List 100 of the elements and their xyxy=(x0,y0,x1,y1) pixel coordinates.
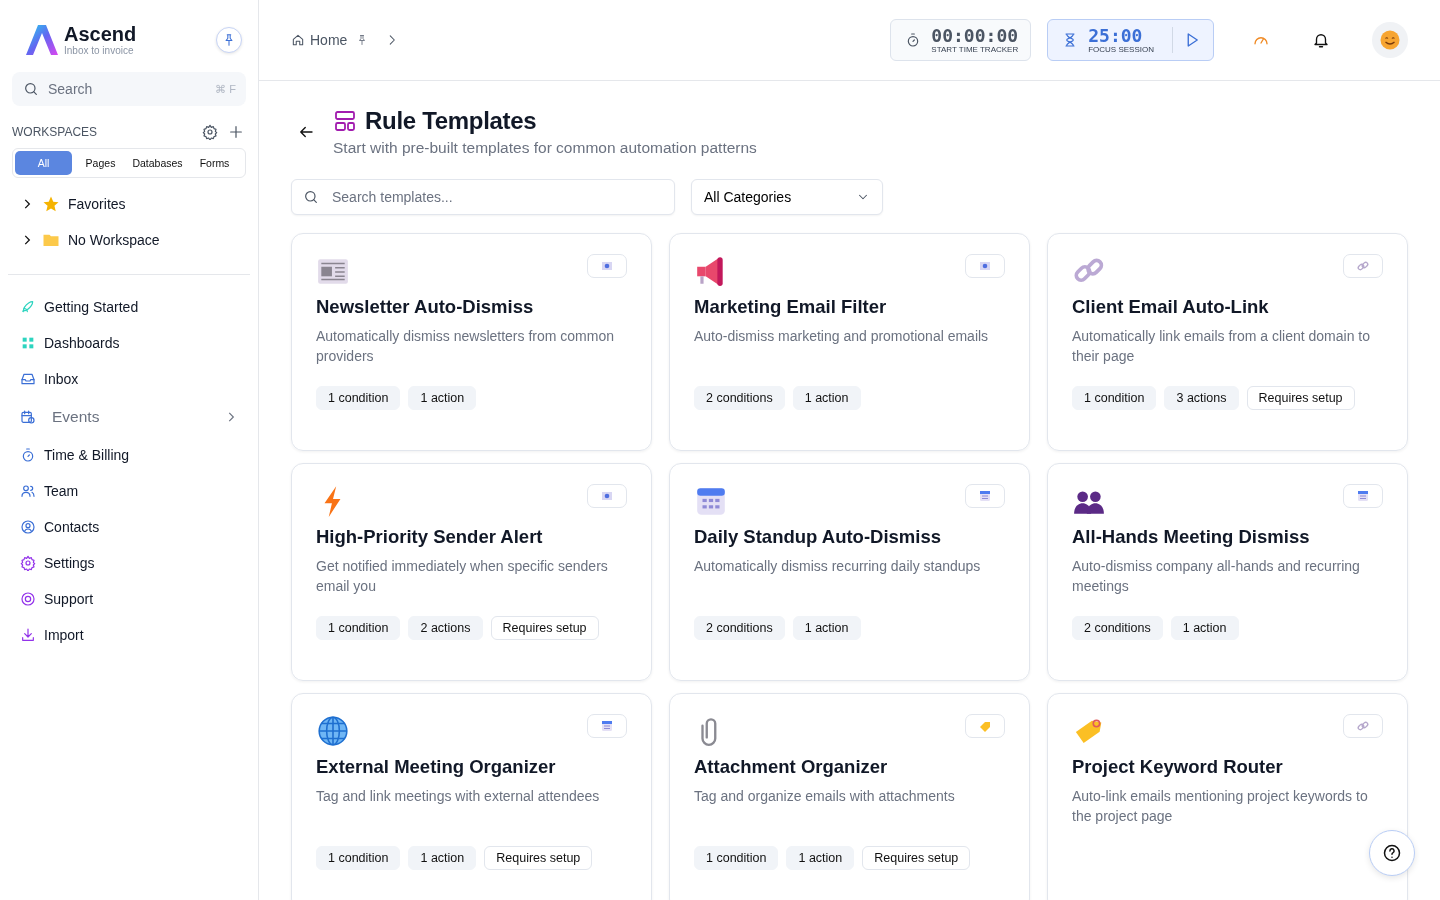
tag-icon xyxy=(979,720,991,732)
template-card[interactable]: High-Priority Sender Alert Get notified immediately when specific senders email you 1 condition 2 actions Requires setup xyxy=(291,463,652,681)
nav-item[interactable]: Getting Started xyxy=(8,289,250,325)
setup-tag: Requires setup xyxy=(1246,386,1355,410)
rocket-icon xyxy=(20,299,36,315)
template-card[interactable]: Daily Standup Auto-Dismiss Automatically dismiss recurring daily standups 2 conditions 1 action xyxy=(669,463,1030,681)
nav-item[interactable]: Team xyxy=(8,473,250,509)
count-tag: 2 conditions xyxy=(1072,616,1163,640)
setup-tag: Requires setup xyxy=(490,616,599,640)
card-title: Project Keyword Router xyxy=(1072,756,1284,778)
count-tag: 1 condition xyxy=(316,386,401,410)
filter-tab[interactable]: Forms xyxy=(186,151,243,175)
template-card[interactable]: Attachment Organizer Tag and organize emails with attachments 1 condition 1 action Requires setup xyxy=(669,693,1030,900)
download-icon xyxy=(20,627,36,643)
link-icon xyxy=(1357,260,1369,272)
count-tag: 1 action xyxy=(792,616,861,640)
count-tag: 1 action xyxy=(408,846,477,870)
card-description: Auto-dismiss company all-hands and recurring meetings xyxy=(1072,557,1361,596)
focus-session-button[interactable]: 25:00 FOCUS SESSION xyxy=(1047,19,1214,61)
section-heading: WORKSPACES xyxy=(12,125,99,139)
star-icon xyxy=(42,195,60,213)
card-title: Newsletter Auto-Dismiss xyxy=(316,296,535,318)
category-dropdown[interactable]: All Categories xyxy=(691,179,883,215)
setup-tag: Requires setup xyxy=(484,846,593,870)
gear-icon xyxy=(20,555,36,571)
workspace-group[interactable]: Favorites xyxy=(8,186,250,222)
filter-tab[interactable]: Databases xyxy=(129,151,186,175)
card-title: External Meeting Organizer xyxy=(316,756,557,778)
card-description: Tag and organize emails with attachments xyxy=(694,787,956,806)
count-tag: 1 condition xyxy=(316,846,401,870)
template-card[interactable]: External Meeting Organizer Tag and link meetings with external attendees 1 condition 1 action Requires setup xyxy=(291,693,652,900)
template-card[interactable]: Marketing Email Filter Auto-dismiss marketing and promotional emails 2 conditions 1 action xyxy=(669,233,1030,451)
plus-icon xyxy=(228,124,244,140)
inbox-icon xyxy=(20,371,36,387)
nav-item[interactable]: Events xyxy=(8,399,250,435)
count-tag: 1 condition xyxy=(694,846,779,870)
breadcrumb-link[interactable]: Home xyxy=(310,32,348,48)
setup-tag: Requires setup xyxy=(862,846,971,870)
count-tag: 1 action xyxy=(1170,616,1239,640)
stopwatch-icon xyxy=(20,447,36,463)
nav-item[interactable]: Inbox xyxy=(8,361,250,397)
count-tag: 1 condition xyxy=(1072,386,1157,410)
template-card[interactable]: Client Email Auto-Link Automatically link emails from a client domain to their page 1 condition 3 actions Requires setup xyxy=(1047,233,1408,451)
home-icon xyxy=(291,33,305,47)
card-description: Auto-dismiss marketing and promotional emails xyxy=(694,327,990,346)
layout-icon xyxy=(333,109,357,133)
calendar-icon xyxy=(1357,490,1369,502)
card-title: Attachment Organizer xyxy=(694,756,889,778)
page-subtitle: Start with pre-built templates for common automation patterns xyxy=(333,139,757,157)
search-icon xyxy=(23,81,39,97)
envelope-icon xyxy=(601,260,613,272)
workspace-group[interactable]: No Workspace xyxy=(8,222,250,258)
people-icon xyxy=(20,483,36,499)
pin-button[interactable] xyxy=(216,27,242,53)
nav-item[interactable]: Time & Billing xyxy=(8,437,250,473)
pin-icon xyxy=(222,33,236,47)
envelope-icon xyxy=(601,490,613,502)
nav-item[interactable]: Support xyxy=(8,581,250,617)
envelope-icon xyxy=(979,260,991,272)
count-tag: 1 action xyxy=(786,846,855,870)
nav-item[interactable]: Import xyxy=(8,617,250,653)
card-description: Tag and link meetings with external attendees xyxy=(316,787,601,806)
settings-button[interactable] xyxy=(202,124,218,140)
count-tag: 2 conditions xyxy=(694,616,785,640)
lifebuoy-icon xyxy=(20,591,36,607)
template-card[interactable]: Newsletter Auto-Dismiss Automatically dismiss newsletters from common providers 1 condition 1 action xyxy=(291,233,652,451)
card-description: Get notified immediately when specific senders email you xyxy=(316,557,609,596)
avatar-button[interactable] xyxy=(1372,22,1408,58)
nav-item[interactable]: Contacts xyxy=(8,509,250,545)
globe-icon xyxy=(316,714,350,748)
nav-item[interactable]: Settings xyxy=(8,545,250,581)
bell-icon xyxy=(1312,31,1330,49)
smiley-icon xyxy=(1380,30,1400,50)
add-button[interactable] xyxy=(228,124,244,140)
time-tracker-button[interactable]: 00:00:00 START TIME TRACKER xyxy=(890,19,1032,61)
template-card[interactable]: All-Hands Meeting Dismiss Auto-dismiss company all-hands and recurring meetings 2 conditions 1 action xyxy=(1047,463,1408,681)
card-description: Auto-link emails mentioning project keywords to the project page xyxy=(1072,787,1369,826)
count-tag: 3 actions xyxy=(1164,386,1239,410)
card-title: Daily Standup Auto-Dismiss xyxy=(694,526,943,548)
search-field[interactable]: Search templates... xyxy=(291,179,675,215)
card-description: Automatically dismiss newsletters from common providers xyxy=(316,327,615,366)
brand-tagline: Inbox to invoice xyxy=(64,45,135,56)
gear-icon xyxy=(202,124,218,140)
filter-tab[interactable]: Pages xyxy=(72,151,129,175)
shortcut-hint: ⌘ F xyxy=(215,82,236,96)
contact-icon xyxy=(20,519,36,535)
count-tag: 1 action xyxy=(408,386,477,410)
logo-icon xyxy=(24,22,60,58)
grid-icon xyxy=(20,335,36,351)
link-icon xyxy=(1357,720,1369,732)
calendar-icon xyxy=(20,409,36,425)
card-title: High-Priority Sender Alert xyxy=(316,526,544,548)
card-description: Automatically dismiss recurring daily standups xyxy=(694,557,982,576)
calendar-icon xyxy=(601,720,613,732)
nav-item[interactable]: Dashboards xyxy=(8,325,250,361)
card-title: All-Hands Meeting Dismiss xyxy=(1072,526,1311,548)
filter-tab[interactable]: All xyxy=(15,151,72,175)
help-button[interactable] xyxy=(1369,830,1415,876)
search-icon xyxy=(303,189,319,205)
count-tag: 1 action xyxy=(792,386,861,410)
